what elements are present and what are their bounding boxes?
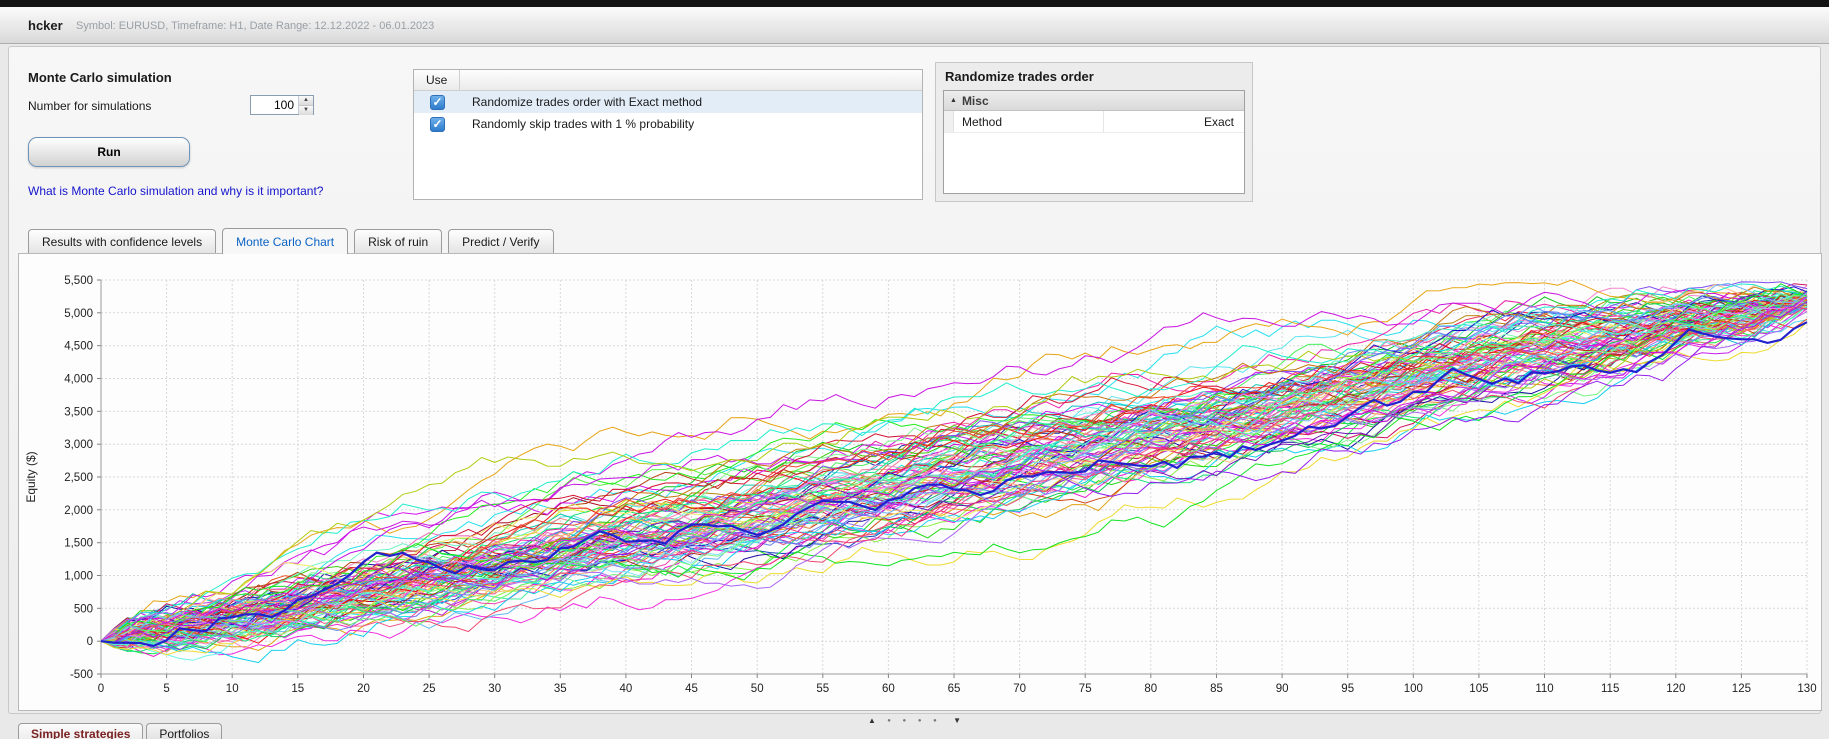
tab-simple-strategies[interactable]: Simple strategies	[18, 723, 144, 739]
results-tab-strip: Results with confidence levels Monte Car…	[28, 228, 560, 254]
svg-text:30: 30	[488, 683, 501, 695]
property-grid: ▲ Misc Method Exact	[943, 90, 1245, 194]
svg-text:35: 35	[554, 683, 567, 695]
svg-text:3,500: 3,500	[64, 406, 93, 418]
monte-carlo-section-title: Monte Carlo simulation	[28, 70, 172, 85]
property-group-misc[interactable]: ▲ Misc	[944, 91, 1244, 111]
stepper-up-icon[interactable]: ▲	[299, 96, 313, 105]
option-row-skip-trades[interactable]: Randomly skip trades with 1 % probabilit…	[414, 113, 922, 135]
run-button[interactable]: Run	[28, 137, 190, 167]
simulations-count-input[interactable]	[251, 96, 298, 114]
tab-risk-of-ruin[interactable]: Risk of ruin	[354, 229, 443, 254]
property-value[interactable]: Exact	[1104, 115, 1244, 129]
svg-text:40: 40	[620, 683, 633, 695]
application-window: hcker Symbol: EURUSD, Timeframe: H1, Dat…	[0, 0, 1829, 739]
use-column-header: Use	[414, 69, 460, 91]
options-list-header: Use	[414, 69, 922, 91]
skip-trades-checkbox[interactable]	[429, 116, 445, 132]
svg-text:120: 120	[1666, 683, 1685, 695]
tab-monte-carlo-chart[interactable]: Monte Carlo Chart	[222, 228, 349, 254]
randomize-order-checkbox[interactable]	[429, 94, 445, 110]
property-row-method[interactable]: Method Exact	[944, 110, 1244, 133]
pager-down-icon[interactable]: ▼	[953, 716, 961, 725]
svg-text:90: 90	[1276, 683, 1289, 695]
bottom-tab-strip: Simple strategies Portfolios	[18, 723, 225, 739]
strategy-subtitle: Symbol: EURUSD, Timeframe: H1, Date Rang…	[76, 20, 435, 32]
monte-carlo-options-list: Use Randomize trades order with Exact me…	[413, 69, 923, 200]
svg-text:0: 0	[87, 636, 93, 648]
svg-text:4,500: 4,500	[64, 341, 93, 353]
svg-text:500: 500	[74, 603, 93, 615]
simulations-count-label: Number for simulations	[28, 99, 152, 113]
svg-text:-500: -500	[70, 669, 93, 681]
svg-text:15: 15	[291, 683, 304, 695]
svg-text:20: 20	[357, 683, 370, 695]
svg-text:95: 95	[1341, 683, 1354, 695]
svg-text:4,000: 4,000	[64, 374, 93, 386]
randomize-settings-panel: Randomize trades order ▲ Misc Method Exa…	[935, 62, 1253, 202]
svg-text:2,000: 2,000	[64, 505, 93, 517]
chart-pager: ▲ ● ● ● ● ▼	[0, 712, 1829, 726]
svg-text:100: 100	[1404, 683, 1423, 695]
svg-text:105: 105	[1469, 683, 1488, 695]
option-label: Randomize trades order with Exact method	[472, 95, 703, 109]
monte-carlo-chart-panel: -500 0 500 1,000 1,500 2,000 2,500 3,000 3,500 4,…	[18, 253, 1822, 711]
svg-text:80: 80	[1144, 683, 1157, 695]
pager-up-icon[interactable]: ▲	[868, 716, 876, 725]
group-collapse-icon: ▲	[950, 97, 957, 104]
randomize-panel-title: Randomize trades order	[945, 69, 1094, 84]
stepper-buttons: ▲ ▼	[298, 96, 313, 115]
stepper-down-icon[interactable]: ▼	[299, 105, 313, 115]
strategy-title: hcker	[28, 18, 63, 33]
svg-text:2,500: 2,500	[64, 472, 93, 484]
svg-text:Equity ($): Equity ($)	[24, 451, 38, 502]
svg-text:5,500: 5,500	[64, 275, 93, 287]
svg-text:3,000: 3,000	[64, 439, 93, 451]
checkbox-cell	[414, 94, 460, 110]
options-column-header	[460, 70, 922, 91]
svg-text:1,500: 1,500	[64, 538, 93, 550]
svg-text:5: 5	[163, 683, 169, 695]
tab-predict-verify[interactable]: Predict / Verify	[448, 229, 554, 254]
strategy-header-bar: hcker Symbol: EURUSD, Timeframe: H1, Dat…	[0, 7, 1829, 44]
top-menu-strip	[0, 0, 1829, 7]
svg-text:130: 130	[1797, 683, 1816, 695]
svg-text:115: 115	[1601, 683, 1619, 695]
checkbox-cell	[414, 116, 460, 132]
svg-text:70: 70	[1013, 683, 1026, 695]
option-row-randomize-order[interactable]: Randomize trades order with Exact method	[414, 91, 922, 113]
svg-text:75: 75	[1079, 683, 1092, 695]
svg-text:55: 55	[816, 683, 829, 695]
svg-text:85: 85	[1210, 683, 1223, 695]
monte-carlo-help-link[interactable]: What is Monte Carlo simulation and why i…	[28, 184, 323, 198]
svg-text:45: 45	[685, 683, 698, 695]
svg-text:0: 0	[98, 683, 104, 695]
tab-results-confidence-levels[interactable]: Results with confidence levels	[28, 229, 217, 254]
svg-text:1,000: 1,000	[64, 571, 93, 583]
svg-text:65: 65	[948, 683, 961, 695]
svg-text:25: 25	[423, 683, 436, 695]
monte-carlo-equity-chart: -50005001,0001,5002,0002,5003,0003,5004,…	[24, 275, 1817, 695]
option-label: Randomly skip trades with 1 % probabilit…	[472, 117, 695, 131]
group-label: Misc	[961, 93, 989, 108]
pager-dots[interactable]: ● ● ● ●	[887, 718, 942, 724]
svg-text:50: 50	[751, 683, 764, 695]
property-key: Method	[954, 110, 1104, 133]
svg-text:5,000: 5,000	[64, 308, 93, 320]
svg-text:110: 110	[1535, 683, 1553, 695]
property-row-gutter	[944, 111, 954, 132]
svg-text:125: 125	[1732, 683, 1751, 695]
svg-text:60: 60	[882, 683, 895, 695]
tab-portfolios[interactable]: Portfolios	[146, 723, 223, 739]
simulations-count-stepper[interactable]: ▲ ▼	[250, 95, 314, 115]
svg-text:10: 10	[226, 683, 239, 695]
